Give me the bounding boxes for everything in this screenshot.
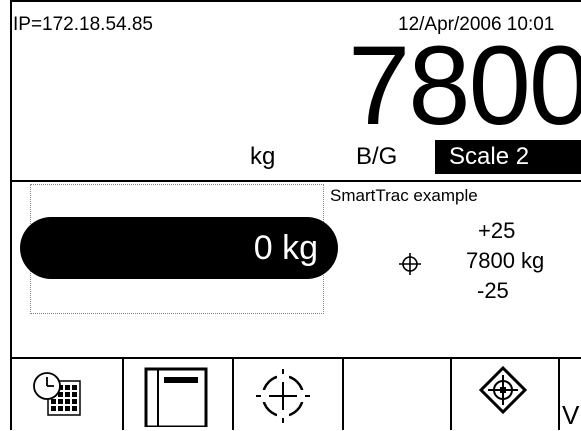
ip-address: IP=172.18.54.85 xyxy=(13,14,153,35)
time-date-calendar-icon xyxy=(33,372,81,416)
softkey-time-date[interactable] xyxy=(12,359,124,430)
softkey-blank[interactable] xyxy=(344,359,452,430)
smarttrac-title: SmartTrac example xyxy=(330,186,478,205)
softkey-target[interactable] xyxy=(234,359,344,430)
smarttrac-bar-label: 0 kg xyxy=(253,229,318,267)
upper-tolerance: +25 xyxy=(478,218,516,243)
target-weight: 7800 kg xyxy=(466,248,545,273)
softkey-smarttrac[interactable] xyxy=(452,359,560,430)
lower-tolerance: -25 xyxy=(477,278,509,303)
smarttrac-diamond-icon xyxy=(478,365,528,415)
divider-top xyxy=(10,180,581,182)
weight-mode: B/G xyxy=(356,143,398,170)
more-arrow-icon[interactable]: V xyxy=(562,400,579,431)
softkey-memory[interactable] xyxy=(124,359,234,430)
memory-table-icon xyxy=(144,367,208,427)
weight-unit: kg xyxy=(250,143,276,170)
scale-indicator: Scale 2 xyxy=(435,140,581,174)
gross-weight-value: 7800 xyxy=(348,23,581,148)
crosshair-icon xyxy=(399,253,421,275)
target-crosshair-icon xyxy=(256,369,310,423)
